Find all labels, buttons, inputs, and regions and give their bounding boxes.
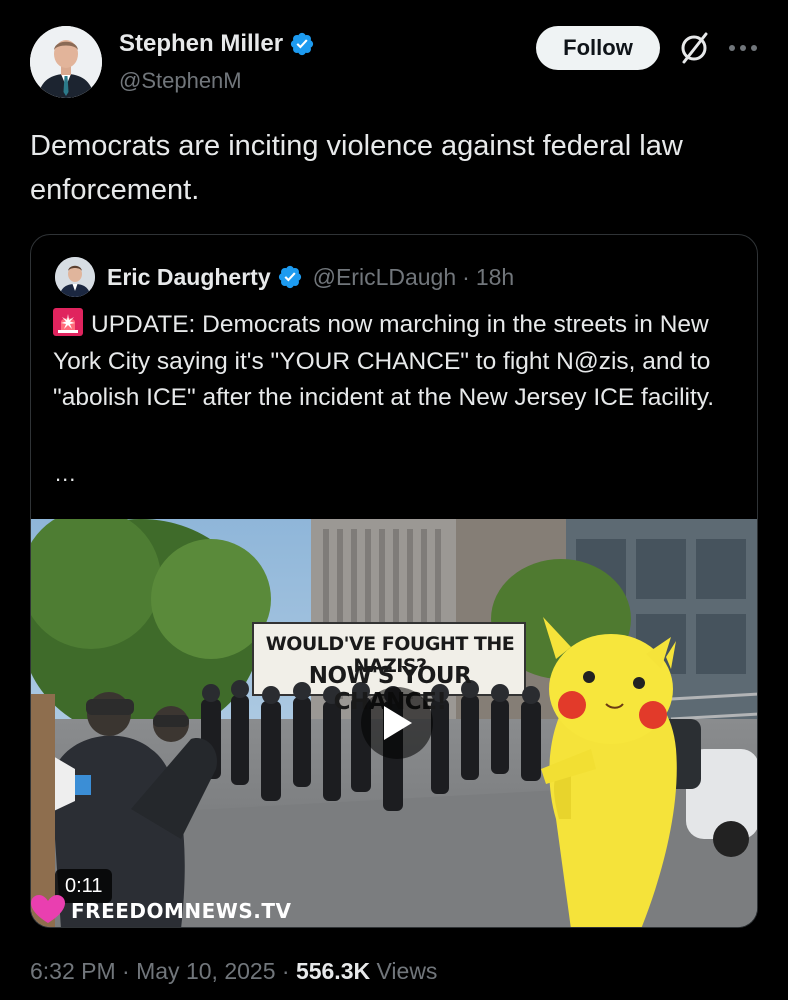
more-icon[interactable] [726,34,760,62]
quoted-author-display-name[interactable]: Eric Daugherty [107,264,271,291]
video-player[interactable]: WOULD'VE FOUGHT THE NAZIS? NOW'S YOUR CH… [31,519,757,927]
verified-badge-icon [278,265,301,289]
separator-dot: · [462,263,470,290]
heart-icon [31,895,65,923]
author-avatar[interactable] [30,26,102,98]
quoted-tweet-body: UPDATE: Democrats now marching in the st… [53,311,715,411]
person-avatar-icon [55,257,95,297]
tweet-meta: 6:32 PM · May 10, 2025 · 556.3K Views [30,958,437,985]
views-count: 556.3K [295,958,371,984]
views-label: Views [376,958,438,984]
author-display-name[interactable]: Stephen Miller [119,30,283,58]
quoted-tweet-text: UPDATE: Democrats now marching in the st… [53,307,743,417]
tweet-text: Democrats are inciting violence against … [30,130,683,206]
quoted-tweet-header: Eric Daugherty @EricLDaugh · 18h [55,255,514,299]
separator-dot: · [281,958,290,984]
post-time[interactable]: 6:32 PM [30,958,116,984]
author-handle[interactable]: @StephenM [119,68,242,94]
author-name-row: Stephen Miller [119,30,315,58]
show-more-ellipsis[interactable]: ... [55,461,76,487]
protest-banner: WOULD'VE FOUGHT THE NAZIS? NOW'S YOUR CH… [255,623,525,715]
separator-dot: · [122,958,130,984]
tweet-header: Stephen Miller @StephenM Follow [30,26,760,102]
play-button[interactable] [361,687,433,759]
follow-button[interactable]: Follow [536,26,660,70]
quoted-author-handle[interactable]: @EricLDaugh [313,264,457,291]
video-watermark: FREEDOMNEWS.TV [71,899,292,923]
post-date[interactable]: May 10, 2025 [136,958,275,984]
quoted-tweet-time[interactable]: 18h [476,264,514,291]
quoted-author-avatar[interactable] [55,257,95,297]
siren-icon [53,308,83,336]
play-icon [384,706,412,740]
quoted-tweet-card[interactable]: Eric Daugherty @EricLDaugh · 18h UPDATE:… [30,234,758,928]
verified-badge-icon [290,32,314,56]
person-avatar-icon [30,26,102,98]
grok-icon[interactable] [676,30,712,66]
